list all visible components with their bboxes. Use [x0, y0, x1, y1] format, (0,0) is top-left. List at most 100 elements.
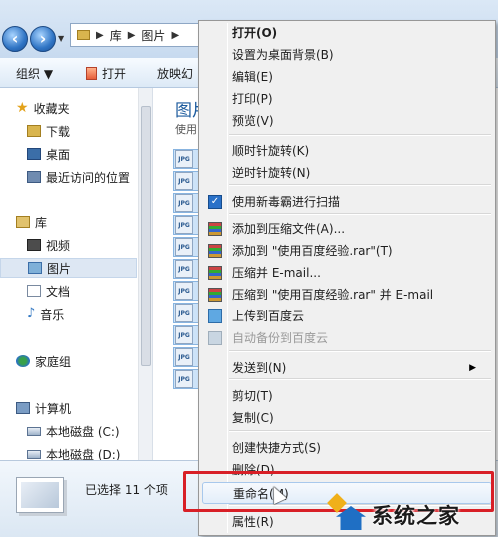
thumbnail-image: [21, 482, 59, 508]
sidebar-scrollbar[interactable]: [138, 88, 152, 460]
menu-item-set-desktop-background[interactable]: 设置为桌面背景(B): [202, 44, 492, 66]
menu-item-label: 使用新毒霸进行扫描: [232, 195, 341, 209]
jpg-file-icon: JPG: [175, 282, 193, 300]
submenu-arrow-icon: ▶: [469, 363, 476, 373]
jpg-file-icon: JPG: [175, 150, 193, 168]
jpg-file-icon: JPG: [175, 216, 193, 234]
menu-item-label: 添加到压缩文件(A)...: [232, 222, 346, 236]
sidebar-item-label: 视频: [46, 238, 71, 253]
menu-item-auto-backup-baidu-cloud[interactable]: 自动备份到百度云: [202, 327, 492, 349]
jpg-file-icon: JPG: [175, 260, 193, 278]
winrar-icon: [208, 222, 222, 236]
desktop-icon: [27, 148, 41, 160]
antivirus-scan-icon: ✓: [208, 195, 222, 209]
chevron-right-icon[interactable]: ▶: [171, 30, 179, 41]
sidebar-item-label: 桌面: [46, 147, 71, 162]
menu-item-label: 创建快捷方式(S): [232, 441, 321, 455]
sidebar-item-label: 收藏夹: [33, 101, 70, 116]
sidebar-item-label: 库: [35, 215, 48, 230]
menu-item-add-to-archive[interactable]: 添加到压缩文件(A)...: [202, 218, 492, 240]
breadcrumb[interactable]: ▶ 库 ▶ 图片 ▶: [70, 23, 210, 47]
drive-icon: [27, 426, 41, 436]
open-icon: [86, 67, 97, 80]
jpg-file-icon: JPG: [175, 238, 193, 256]
organize-menu-button[interactable]: 组织 ▼: [16, 65, 53, 82]
video-icon: [27, 239, 41, 251]
jpg-file-icon: JPG: [175, 348, 193, 366]
menu-separator: [229, 134, 491, 136]
menu-item-edit[interactable]: 编辑(E): [202, 66, 492, 88]
jpg-file-icon: JPG: [175, 370, 193, 388]
sidebar-item-label: 家庭组: [35, 354, 72, 369]
library-icon: [16, 216, 30, 228]
menu-item-preview[interactable]: 预览(V): [202, 110, 492, 132]
menu-separator: [229, 430, 491, 432]
folder-icon: [27, 125, 41, 137]
watermark-logo-icon: [327, 493, 370, 534]
winrar-icon: [208, 288, 222, 302]
watermark-text: 系统之家: [372, 504, 460, 528]
menu-item-label: 属性(R): [232, 515, 274, 529]
menu-item-label: 自动备份到百度云: [232, 331, 329, 345]
pictures-icon: [28, 262, 42, 274]
recent-places-icon: [27, 171, 41, 183]
menu-item-upload-baidu-cloud[interactable]: 上传到百度云: [202, 305, 492, 327]
jpg-file-icon: JPG: [175, 194, 193, 212]
menu-item-label: 添加到 "使用百度经验.rar"(T): [232, 244, 393, 258]
menu-item-label: 发送到(N): [232, 361, 287, 375]
chevron-right-icon[interactable]: ▶: [96, 30, 104, 41]
jpg-file-icon: JPG: [175, 326, 193, 344]
breadcrumb-item-pictures[interactable]: 图片: [141, 27, 165, 44]
documents-icon: [27, 285, 41, 297]
baidu-cloud-icon: [208, 331, 222, 345]
menu-item-label: 上传到百度云: [232, 309, 305, 323]
sidebar-item-pictures[interactable]: 图片: [0, 258, 137, 278]
menu-item-label: 剪切(T): [232, 389, 273, 403]
menu-item-label: 编辑(E): [232, 70, 273, 84]
context-menu: 打开(O) 设置为桌面背景(B) 编辑(E) 打印(P) 预览(V) 顺时针旋转(K) 逆时…: [198, 20, 496, 536]
sidebar-item-label: 最近访问的位置: [46, 170, 131, 185]
menu-item-rotate-clockwise[interactable]: 顺时针旋转(K): [202, 140, 492, 162]
menu-item-rotate-counterclockwise[interactable]: 逆时针旋转(N): [202, 162, 492, 184]
menu-item-label: 顺时针旋转(K): [232, 144, 310, 158]
selection-thumbnail: [16, 477, 64, 513]
menu-item-cut[interactable]: 剪切(T): [202, 385, 492, 407]
open-button[interactable]: 打开: [86, 65, 126, 82]
recent-pages-dropdown-icon[interactable]: ▼: [58, 34, 64, 43]
slideshow-button[interactable]: 放映幻: [157, 65, 193, 82]
star-icon: ★: [16, 100, 29, 116]
menu-item-print[interactable]: 打印(P): [202, 88, 492, 110]
menu-item-label: 复制(C): [232, 411, 274, 425]
chevron-right-icon[interactable]: ▶: [128, 30, 136, 41]
menu-item-add-to-named-rar[interactable]: 添加到 "使用百度经验.rar"(T): [202, 240, 492, 262]
sidebar-item-label: 音乐: [40, 307, 65, 322]
menu-item-label: 压缩到 "使用百度经验.rar" 并 E-mail: [232, 288, 434, 302]
breadcrumb-item-library[interactable]: 库: [110, 27, 122, 44]
menu-item-antivirus-scan[interactable]: ✓ 使用新毒霸进行扫描: [202, 191, 492, 213]
menu-item-label: 逆时针旋转(N): [232, 166, 311, 180]
menu-item-open[interactable]: 打开(O): [202, 22, 492, 44]
drive-icon: [27, 449, 41, 459]
sidebar-item-label: 计算机: [35, 401, 72, 416]
menu-item-send-to[interactable]: 发送到(N) ▶: [202, 357, 492, 379]
menu-item-label: 打开(O): [232, 26, 278, 40]
baidu-cloud-icon: [208, 309, 222, 323]
menu-separator: [229, 350, 491, 352]
library-subtitle: 使用: [175, 123, 197, 136]
music-icon: ♪: [27, 306, 36, 321]
menu-separator: [229, 213, 491, 215]
sidebar-scrollbar-thumb[interactable]: [141, 106, 151, 366]
open-label: 打开: [102, 67, 127, 81]
menu-item-compress-and-email[interactable]: 压缩并 E-mail...: [202, 262, 492, 284]
menu-item-create-shortcut[interactable]: 创建快捷方式(S): [202, 437, 492, 459]
winrar-icon: [208, 244, 222, 258]
forward-button[interactable]: ›: [30, 26, 56, 52]
folder-icon: [77, 30, 90, 40]
menu-item-label: 预览(V): [232, 114, 274, 128]
menu-item-compress-named-rar-and-email[interactable]: 压缩到 "使用百度经验.rar" 并 E-mail: [202, 284, 492, 306]
menu-item-label: 设置为桌面背景(B): [232, 48, 334, 62]
menu-item-copy[interactable]: 复制(C): [202, 407, 492, 429]
back-button[interactable]: ‹: [2, 26, 28, 52]
menu-item-label: 打印(P): [232, 92, 273, 106]
watermark: 系统之家: [327, 493, 498, 536]
